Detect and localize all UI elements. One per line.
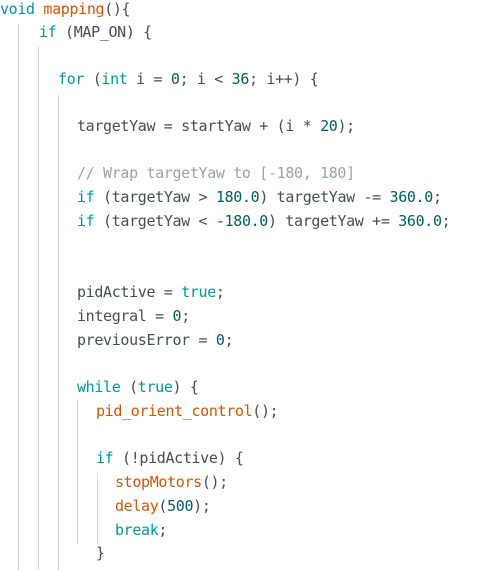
code-token: -180.0 [215, 212, 268, 230]
code-token: ; [158, 521, 168, 539]
code-token: (targetYaw > [94, 188, 216, 206]
code-line[interactable]: integral = 0; [77, 304, 190, 328]
code-token: i = [127, 70, 171, 88]
code-token: ; [215, 283, 225, 301]
code-line[interactable]: pid_orient_control(); [96, 399, 279, 423]
code-token: stopMotors [115, 473, 202, 491]
code-line[interactable]: targetYaw = startYaw + (i * 20); [77, 114, 355, 138]
code-token: if [77, 212, 95, 230]
code-token: 500 [167, 497, 194, 515]
indent-guide [77, 400, 78, 544]
code-token: mapping [43, 0, 105, 18]
code-token: ; [181, 307, 190, 325]
code-token: while [77, 378, 121, 396]
code-line[interactable]: if (targetYaw < -180.0) targetYaw += 360… [77, 209, 451, 233]
code-line[interactable]: if (targetYaw > 180.0) targetYaw -= 360.… [77, 185, 442, 209]
code-token: 360.0 [389, 188, 434, 206]
code-token: ); [337, 117, 355, 135]
code-token: ( [120, 378, 138, 396]
code-token: break [115, 521, 159, 539]
code-token: ); [193, 497, 211, 515]
code-token: ) { [172, 378, 199, 396]
code-token: ; i < [179, 70, 232, 88]
code-line[interactable]: break; [115, 518, 167, 542]
code-line[interactable]: delay(500); [115, 494, 211, 518]
code-token: delay [115, 497, 159, 515]
code-token: 180.0 [215, 188, 260, 206]
indent-guide [18, 24, 19, 570]
code-line[interactable]: if (!pidActive) { [96, 446, 244, 470]
code-line[interactable]: if (MAP_ON) { [39, 20, 152, 44]
code-token: ; [441, 212, 451, 230]
code-token: (); [252, 402, 279, 420]
code-token: ) targetYaw -= [259, 188, 390, 206]
indent-guide [58, 95, 59, 570]
code-token: if [77, 188, 95, 206]
code-token: ) targetYaw += [268, 212, 399, 230]
code-token: ; [224, 331, 234, 349]
code-token: void [0, 0, 35, 18]
code-token: 0 [172, 307, 182, 325]
code-token: 20 [320, 117, 338, 135]
code-token: previousError = [77, 331, 216, 349]
indent-guide [97, 474, 98, 544]
code-token: ( [158, 497, 168, 515]
code-token: true [181, 283, 216, 301]
code-line[interactable]: for (int i = 0; i < 36; i++) { [58, 67, 319, 91]
code-token: 36 [231, 70, 250, 88]
code-token: pidActive = [77, 283, 182, 301]
code-line[interactable]: void mapping(){ [0, 0, 131, 21]
code-token: int [101, 70, 128, 88]
code-line[interactable]: } [96, 541, 105, 565]
code-token: 0 [170, 70, 180, 88]
code-token: (); [201, 473, 228, 491]
code-token: // Wrap targetYaw to [-180, 180] [77, 164, 355, 182]
code-token: (targetYaw < [94, 212, 216, 230]
code-token: 360.0 [398, 212, 442, 230]
code-line[interactable]: previousError = 0; [77, 328, 234, 352]
code-token: for [58, 70, 85, 88]
code-token: (MAP_ON) { [56, 23, 152, 41]
code-token: targetYaw = startYaw + (i * [77, 117, 321, 135]
code-token: ; [432, 188, 442, 206]
code-editor[interactable]: void mapping(){if (MAP_ON) {for (int i =… [0, 0, 498, 570]
code-line[interactable]: stopMotors(); [115, 470, 228, 494]
indent-guide [38, 47, 39, 570]
code-line[interactable]: pidActive = true; [77, 280, 225, 304]
code-line[interactable]: // Wrap targetYaw to [-180, 180] [77, 161, 355, 185]
code-token: true [137, 378, 173, 396]
code-token: pid_orient_control [96, 402, 253, 420]
code-line[interactable]: while (true) { [77, 375, 199, 399]
code-token: (){ [104, 0, 131, 18]
code-token: if [39, 23, 57, 41]
code-token: ( [84, 70, 102, 88]
code-token: integral = [77, 307, 173, 325]
code-token: (!pidActive) { [113, 449, 244, 467]
code-token: if [96, 449, 114, 467]
code-token: 0 [215, 331, 225, 349]
code-token: } [96, 544, 105, 562]
code-token: ; i++) { [249, 70, 319, 88]
